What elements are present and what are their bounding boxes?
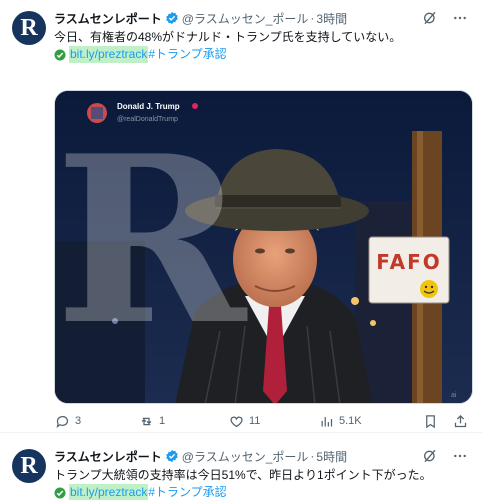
tweet-link[interactable]: bit.ly/preztrack [69,46,149,63]
tweet-header: ラスムセンレポート @ラスムッセン_ポール · 3時間 [54,9,468,27]
link-line: bit.ly/preztrack #トランプ承認 [54,484,468,500]
tweet[interactable]: R ラスムセンレポート @ラスムッセン_ポール · 3時間 今日、有権者の48%… [0,0,482,433]
separator-dot: · [310,449,315,463]
more-dots-icon[interactable] [452,448,468,464]
hashtag[interactable]: #トランプ承認 [148,46,226,63]
author-handle[interactable]: @ラスムッセン_ポール [182,10,309,27]
tweet-body: トランプ大統領の支持率は今日51%で、昨日より1ポイント下がった。 [54,468,432,482]
grok-icon[interactable] [422,10,438,26]
tweet-actions: 3 1 11 5.1K [54,413,468,429]
tweet[interactable]: R ラスムセンレポート @ラスムッセン_ポール · 5時間 トランプ大統領の支持… [0,434,482,500]
more-dots-icon[interactable] [452,10,468,26]
timestamp[interactable]: 3時間 [316,10,347,27]
views-icon [318,413,334,429]
reply-count: 3 [75,415,82,427]
timestamp[interactable]: 5時間 [316,448,347,465]
reply-button[interactable]: 3 [54,413,138,429]
corner-mark: ai [451,392,457,399]
author-name[interactable]: ラスムセンレポート [54,10,162,27]
verified-badge-icon [165,11,179,25]
avatar[interactable]: R [12,449,46,483]
views-count: 5.1K [339,415,362,427]
bookmark-icon[interactable] [422,413,438,429]
like-count: 11 [249,415,261,427]
retweet-icon [138,413,154,429]
reply-icon [54,413,70,429]
tweet-media-image[interactable]: FAFO R Donald J. Trump @realDonaldTrump … [54,90,473,404]
link-line: bit.ly/preztrack #トランプ承認 [54,46,468,63]
green-check-icon [54,49,66,61]
share-icon[interactable] [452,413,468,429]
tweet-body: 今日、有権者の48%がドナルド・トランプ氏を支持していない。 [54,30,402,44]
avatar-letter: R [20,453,38,479]
like-button[interactable]: 11 [228,413,318,429]
separator-dot: · [310,11,315,25]
retweet-button[interactable]: 1 [138,413,228,429]
tweet-text: 今日、有権者の48%がドナルド・トランプ氏を支持していない。 bit.ly/pr… [54,29,468,63]
tweet-text: トランプ大統領の支持率は今日51%で、昨日より1ポイント下がった。 bit.ly… [54,467,468,500]
tweet-link[interactable]: bit.ly/preztrack [69,484,149,500]
embedded-handle: @realDonaldTrump [117,116,178,123]
watermark-letter: R [55,106,248,376]
tweet-header: ラスムセンレポート @ラスムッセン_ポール · 5時間 [54,447,468,465]
avatar[interactable]: R [12,11,46,45]
views-button[interactable]: 5.1K [318,413,418,429]
avatar-letter: R [20,15,38,41]
retweet-count: 1 [159,415,166,427]
author-name[interactable]: ラスムセンレポート [54,448,162,465]
sign-text: FAFO [376,250,442,274]
hashtag[interactable]: #トランプ承認 [148,484,226,500]
green-check-icon [54,487,66,499]
verified-badge-icon [165,449,179,463]
author-handle[interactable]: @ラスムッセン_ポール [182,448,309,465]
embedded-name: Donald J. Trump [117,102,180,111]
grok-icon[interactable] [422,448,438,464]
heart-icon [228,413,244,429]
